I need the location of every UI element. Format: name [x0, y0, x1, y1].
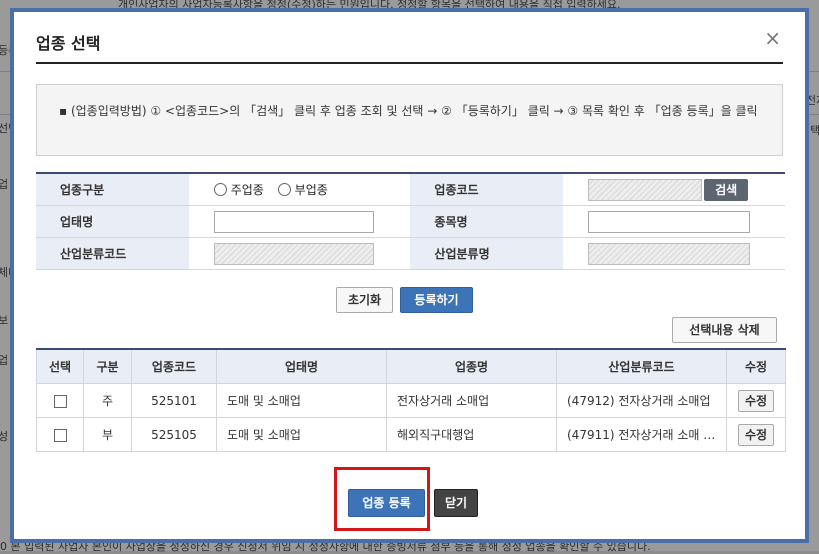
row-gubun: 부 [83, 417, 132, 452]
industry-code-input [588, 178, 703, 201]
column-header: 선택 [36, 349, 84, 384]
edit-button[interactable]: 수정 [737, 423, 775, 446]
row-business: 도매 및 소매업 [216, 383, 387, 418]
sub-industry-label: 부업종 [294, 183, 328, 197]
row-business: 도매 및 소매업 [216, 417, 387, 452]
background-right-label: 택 [810, 124, 819, 137]
main-industry-radio[interactable] [213, 183, 227, 196]
table-row: 부 525105 도매 및 소매업 해외직구대행업 (47911) 전자상거래 … [36, 417, 786, 452]
search-button[interactable]: 검색 [704, 178, 749, 201]
type-label: 업종구분 [36, 173, 189, 206]
row-code: 525101 [131, 383, 217, 418]
business-label: 업태명 [36, 205, 189, 238]
industry-class-code-input [213, 242, 374, 265]
industry-class-name-input [588, 242, 751, 265]
edit-button[interactable]: 수정 [737, 389, 775, 412]
sub-industry-radio[interactable] [277, 183, 291, 196]
column-header: 수정 [726, 349, 786, 384]
column-header: 업태명 [216, 349, 387, 384]
row-industry: (47912) 전자상거래 소매업 [556, 383, 727, 418]
close-button[interactable]: 닫기 [434, 489, 478, 517]
submit-industry-button[interactable]: 업종 등록 [348, 489, 425, 517]
code-cell: 검색 [563, 173, 785, 206]
background-side-label: 보 [0, 314, 9, 327]
row-name: 해외직구대행업 [386, 417, 557, 452]
industry-select-modal: 업종 선택 × ▪ (업종입력방법) ① <업종코드>의 「검색」 클릭 후 업… [14, 12, 805, 539]
background-side-label: 업 [0, 178, 9, 191]
guide-box: ▪ (업종입력방법) ① <업종코드>의 「검색」 클릭 후 업종 조회 및 선… [36, 84, 783, 156]
guide-text: ▪ (업종입력방법) ① <업종코드>의 「검색」 클릭 후 업종 조회 및 선… [59, 104, 758, 118]
register-button[interactable]: 등록하기 [400, 287, 473, 313]
row-industry: (47911) 전자상거래 소매 중개업 [556, 417, 727, 452]
column-header: 구분 [83, 349, 132, 384]
item-input[interactable] [588, 210, 751, 233]
guide-text-body: (업종입력방법) ① <업종코드>의 「검색」 클릭 후 업종 조회 및 선택 … [70, 104, 758, 118]
background-side-label: 성 [0, 430, 9, 443]
delete-selected-button[interactable]: 선택내용 삭제 [672, 317, 777, 343]
row-gubun: 주 [83, 383, 132, 418]
item-label: 종목명 [410, 205, 564, 238]
table-header-row: 선택 구분 업종코드 업태명 업종명 산업분류코드 수정 [36, 349, 786, 384]
industry-name-label: 산업분류명 [410, 237, 564, 270]
reset-button[interactable]: 초기화 [336, 287, 393, 313]
table-row: 주 525101 도매 및 소매업 전자상거래 소매업 (47912) 전자상거… [36, 383, 786, 418]
business-input[interactable] [213, 210, 374, 233]
column-header: 업종명 [386, 349, 557, 384]
code-label: 업종코드 [410, 173, 564, 206]
row-code: 525105 [131, 417, 217, 452]
row-checkbox[interactable] [53, 394, 67, 408]
industry-list-table: 선택 구분 업종코드 업태명 업종명 산업분류코드 수정 주 525101 도매… [36, 348, 786, 452]
row-checkbox[interactable] [53, 428, 67, 442]
type-radio-group: 주업종 부업종 [188, 173, 411, 206]
background-side-label: 업 [0, 354, 9, 367]
main-industry-label: 주업종 [230, 183, 264, 197]
row-name: 전자상거래 소매업 [386, 383, 557, 418]
column-header: 산업분류코드 [556, 349, 727, 384]
industry-code-label: 산업분류코드 [36, 237, 189, 270]
close-icon[interactable]: × [764, 28, 781, 48]
modal-frame: 업종 선택 × ▪ (업종입력방법) ① <업종코드>의 「검색」 클릭 후 업… [10, 8, 809, 543]
modal-title: 업종 선택 [36, 34, 101, 53]
column-header: 업종코드 [131, 349, 217, 384]
title-divider [36, 62, 783, 64]
search-form: 업종구분 주업종 부업종 업종코드 검색 업태명 종목명 산업분류코드 산업분류… [36, 172, 785, 270]
